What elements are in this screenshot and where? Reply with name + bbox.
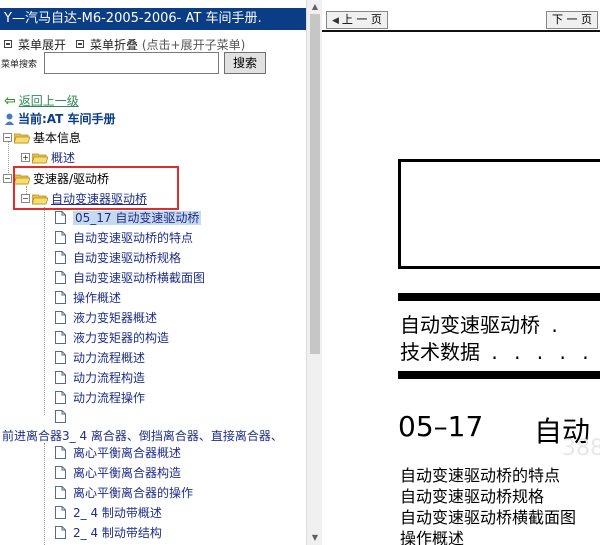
scrollbar-thumb[interactable] xyxy=(310,14,320,354)
page-icon xyxy=(55,211,66,224)
menu-expand-button[interactable]: 菜单展开 xyxy=(4,36,66,53)
tree-label: 离心平衡离合器构造 xyxy=(73,466,182,480)
search-label: 菜单搜索 xyxy=(1,60,38,70)
tree-item[interactable]: 离心平衡离合器构造 xyxy=(55,463,181,483)
tree-label: 2_ 4 制动带结构 xyxy=(73,526,162,540)
document-pane: ◀ 上 一 页 下 一 页 自动变速驱动桥 . 技术数据 . . . . . 05… xyxy=(322,0,600,545)
doc-rule xyxy=(398,371,600,379)
page-icon xyxy=(55,410,66,423)
search-input[interactable] xyxy=(44,52,219,74)
menu-title-bar: Y—汽马自达-M6-2005-2006- AT 车间手册. xyxy=(0,8,306,30)
tree-folder-basic-info[interactable]: − 基本信息 xyxy=(3,128,81,148)
menu-hint: (点击+展开子菜单) xyxy=(141,38,246,52)
current-label: 当前:AT 车间手册 xyxy=(18,112,116,126)
back-link-label: 返回上一级 xyxy=(18,94,79,108)
highlight-box xyxy=(13,166,179,210)
tree-label: 自动变速驱动桥规格 xyxy=(73,251,182,265)
tree-label: 离心平衡离合器的操作 xyxy=(73,486,194,500)
doc-heading-line: 自动变速驱动桥 . xyxy=(400,313,563,337)
folder-open-icon xyxy=(14,133,30,143)
tree-item[interactable]: 液力变矩器的构造 xyxy=(55,328,169,348)
tree-label: 液力变矩器概述 xyxy=(73,311,158,325)
collapse-toggle-icon[interactable]: − xyxy=(3,133,12,142)
tree-label: 液力变矩器的构造 xyxy=(73,331,170,345)
tree-label: 自动变速驱动桥横截面图 xyxy=(73,271,206,285)
tree-label: 动力流程构造 xyxy=(73,371,146,385)
collapse-icon xyxy=(76,40,84,48)
tree-item[interactable]: 自动变速驱动桥的特点 xyxy=(55,228,193,248)
expand-toggle-icon[interactable]: + xyxy=(21,153,30,162)
menu-collapse-label: 菜单折叠 xyxy=(90,38,139,52)
menu-scrollbar[interactable]: ▲ ▼ xyxy=(306,0,322,545)
tree-line xyxy=(44,207,45,415)
page-icon xyxy=(55,486,66,499)
back-link[interactable]: ⇦ 返回上一级 xyxy=(4,92,79,109)
tree-item[interactable]: 动力流程构造 xyxy=(55,368,145,388)
user-icon xyxy=(5,113,14,125)
tree-item[interactable]: 离心平衡离合器概述 xyxy=(55,443,181,463)
doc-toc-line: 操作概述 xyxy=(400,529,465,545)
doc-rule xyxy=(398,293,600,301)
tree-item[interactable]: 动力流程操作 xyxy=(55,388,145,408)
tree-folder-overview[interactable]: + 概述 xyxy=(21,148,75,168)
tree-label: 前进离合器3_ 4 离合器、倒挡离合器、直接离合器、 xyxy=(2,429,283,443)
expand-icon xyxy=(4,40,12,48)
tree-item[interactable]: 自动变速驱动桥横截面图 xyxy=(55,268,205,288)
tree-label: 离心平衡离合器概述 xyxy=(73,446,182,460)
page-icon xyxy=(55,271,66,284)
tree-label: 动力流程操作 xyxy=(73,391,146,405)
menu-pane: Y—汽马自达-M6-2005-2006- AT 车间手册. 菜单展开 菜单折叠 … xyxy=(0,0,306,545)
folder-icon xyxy=(32,153,48,163)
tree-label: 概述 xyxy=(51,151,76,165)
page-icon xyxy=(55,351,66,364)
tree-item[interactable]: 离心平衡离合器的操作 xyxy=(55,483,193,503)
search-button[interactable]: 搜索 xyxy=(224,52,266,74)
page-icon xyxy=(55,391,66,404)
tree-line xyxy=(44,443,45,545)
prev-page-button[interactable]: ◀ 上 一 页 xyxy=(326,11,388,29)
tree-item[interactable] xyxy=(55,407,73,427)
tree-item[interactable]: 自动变速驱动桥规格 xyxy=(55,248,181,268)
watermark: 388 xyxy=(562,436,600,461)
triangle-left-icon: ◀ xyxy=(332,16,339,26)
tree-label: 动力流程概述 xyxy=(73,351,146,365)
page-icon xyxy=(55,506,66,519)
next-page-label: 下 一 页 xyxy=(552,13,592,26)
tree-item[interactable]: 2_ 4 制动带概述 xyxy=(55,503,162,523)
tree-label: 2_ 4 制动带概述 xyxy=(73,506,162,520)
back-arrow-icon: ⇦ xyxy=(4,93,16,109)
scroll-up-icon[interactable]: ▲ xyxy=(310,2,320,12)
tree-item[interactable]: 操作概述 xyxy=(55,288,121,308)
prev-page-label: 上 一 页 xyxy=(341,13,382,26)
tree-label: 05_17 自动变速驱动桥 xyxy=(73,211,202,225)
tree-label: 基本信息 xyxy=(33,131,82,145)
doc-heading-line: 技术数据 . . . . . xyxy=(400,340,594,364)
page-icon xyxy=(55,251,66,264)
page-icon xyxy=(55,446,66,459)
menu-expand-label: 菜单展开 xyxy=(18,38,67,52)
next-page-button[interactable]: 下 一 页 xyxy=(546,11,598,29)
page-icon xyxy=(55,371,66,384)
page-nav-bar: ◀ 上 一 页 下 一 页 xyxy=(322,8,600,32)
page-icon xyxy=(55,466,66,479)
page-icon xyxy=(55,331,66,344)
tree-item[interactable]: 动力流程概述 xyxy=(55,348,145,368)
page-icon xyxy=(55,231,66,244)
collapse-toggle-icon[interactable]: − xyxy=(3,174,12,183)
page-icon xyxy=(55,311,66,324)
tree-label: 操作概述 xyxy=(73,291,122,305)
menu-title: Y—汽马自达-M6-2005-2006- AT 车间手册. xyxy=(4,11,262,26)
page-icon xyxy=(55,526,66,539)
page-icon xyxy=(55,291,66,304)
tree-label: 自动变速驱动桥的特点 xyxy=(73,231,194,245)
tree-item-05-17[interactable]: 05_17 自动变速驱动桥 xyxy=(55,208,202,228)
scroll-down-icon[interactable]: ▼ xyxy=(310,533,320,543)
tree-item[interactable]: 液力变矩器概述 xyxy=(55,308,157,328)
menu-collapse-button[interactable]: 菜单折叠 (点击+展开子菜单) xyxy=(76,36,245,53)
doc-frame-box xyxy=(398,159,600,269)
doc-section-number: 05–17 xyxy=(398,410,484,443)
current-location: 当前:AT 车间手册 xyxy=(4,110,116,127)
tree-item[interactable]: 2_ 4 制动带结构 xyxy=(55,523,162,543)
